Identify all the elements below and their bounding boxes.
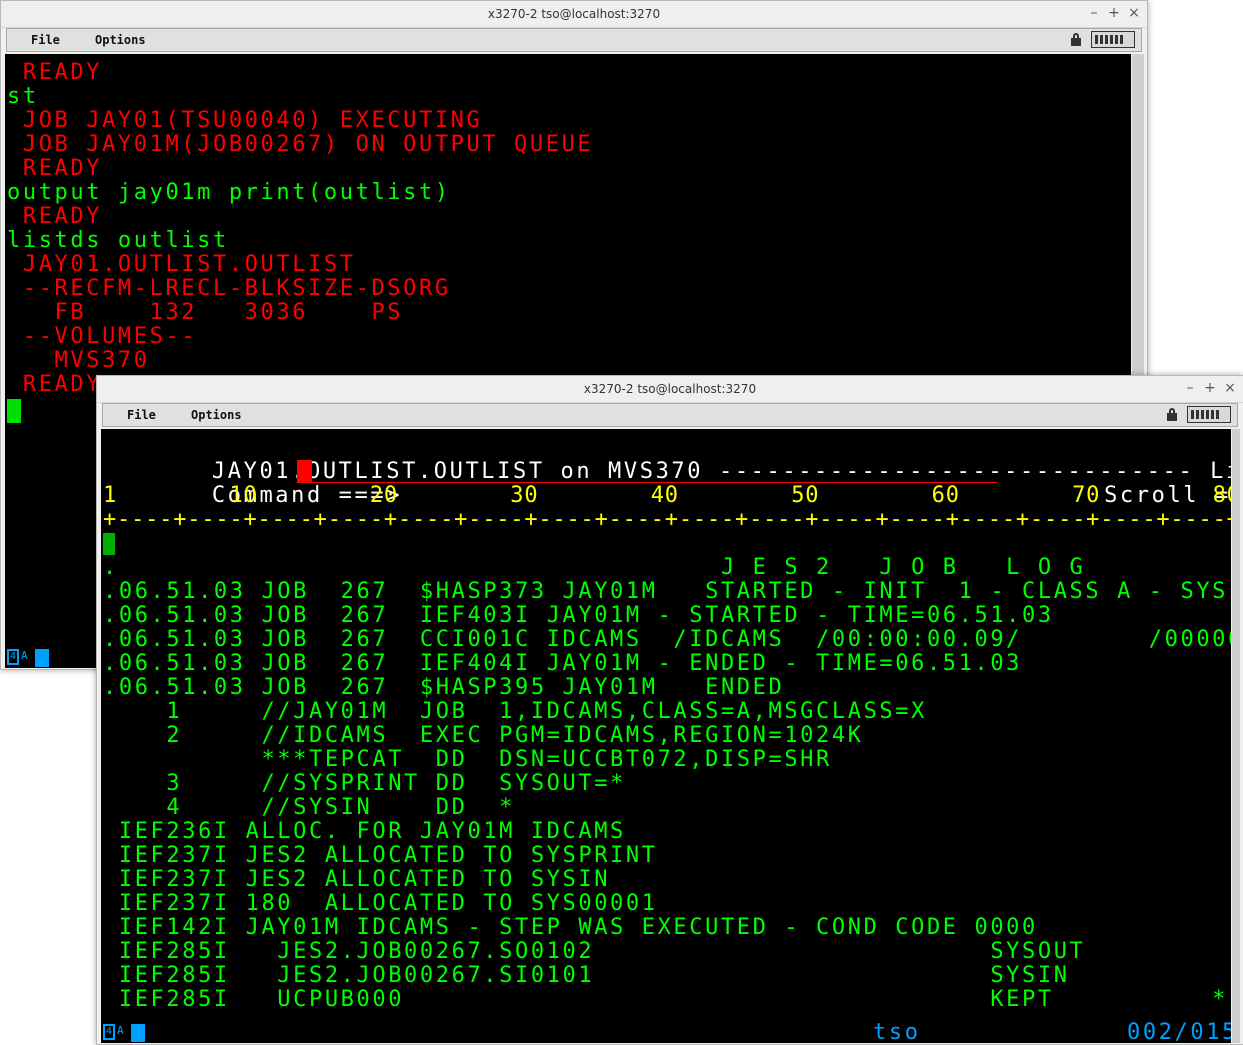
back-output-line: st [7, 84, 39, 109]
back-output-line: MVS370 [7, 348, 150, 373]
minimize-icon[interactable]: – [1181, 379, 1199, 397]
back-window-title: x3270-2 tso@localhost:3270 [487, 7, 661, 21]
command-cursor [297, 460, 312, 482]
lock-icon [1165, 407, 1179, 421]
joblog-line: IEF236I ALLOC. FOR JAY01M IDCAMS [103, 819, 626, 844]
column-ruler-numbers: 1 10 20 30 40 50 60 70 80 [103, 483, 1231, 508]
lock-icon [1069, 32, 1083, 46]
session-name: tso [873, 1020, 921, 1044]
joblog-line: .06.51.03 JOB 267 IEF403I JAY01M - START… [103, 603, 1054, 628]
command-input[interactable] [297, 460, 997, 483]
back-output-line: JAY01.OUTLIST.OUTLIST [7, 252, 356, 277]
back-window-titlebar[interactable]: x3270-2 tso@localhost:3270 – + × [1, 1, 1147, 28]
front-window-titlebar[interactable]: x3270-2 tso@localhost:3270 – + × [97, 376, 1243, 403]
joblog-line: IEF237I JES2 ALLOCATED TO SYSPRINT [103, 843, 658, 868]
joblog-line: IEF285I JES2.JOB00267.SI0101 SYSIN [103, 963, 1070, 988]
back-output-line: listds outlist [7, 228, 229, 253]
joblog-line: .06.51.03 JOB 267 CCI001C IDCAMS /IDCAMS… [103, 627, 1231, 652]
maximize-icon[interactable]: + [1105, 4, 1123, 22]
back-output-line: --VOLUMES-- [7, 324, 198, 349]
front-terminal-screen[interactable]: JAY01.OUTLIST.OUTLIST on MVS370 --------… [101, 429, 1231, 1043]
close-icon[interactable]: × [1125, 4, 1143, 22]
back-output-line: JOB JAY01M(JOB00267) ON OUTPUT QUEUE [7, 132, 594, 157]
terminal-cursor [7, 399, 21, 423]
back-output-line: JOB JAY01(TSU00040) EXECUTING [7, 108, 483, 133]
maximize-icon[interactable]: + [1201, 379, 1219, 397]
back-output-line: READY [7, 156, 103, 181]
header-row: JAY01.OUTLIST.OUTLIST on MVS370 --------… [101, 436, 1231, 484]
menu-file[interactable]: File [127, 408, 156, 422]
menu-options[interactable]: Options [191, 408, 242, 422]
back-output-line: output jay01m print(outlist) [7, 180, 451, 205]
joblog-line: .06.51.03 JOB 267 IEF404I JAY01M - ENDED… [103, 651, 1023, 676]
front-terminal-window: x3270-2 tso@localhost:3270 – + × File Op… [96, 375, 1243, 1045]
data-cursor [103, 533, 115, 555]
joblog-line: 1 //JAY01M JOB 1,IDCAMS,CLASS=A,MSGCLASS… [103, 699, 927, 724]
back-output-line: READY [7, 60, 103, 85]
oia-status-icon: 4A [7, 649, 51, 667]
back-menubar: File Options [6, 28, 1142, 52]
joblog-line: 4 //SYSIN DD * [103, 795, 515, 820]
joblog-line: ***TEPCAT DD DSN=UCCBT072,DISP=SHR [103, 747, 832, 772]
front-window-title: x3270-2 tso@localhost:3270 [583, 382, 757, 396]
joblog-line: IEF237I JES2 ALLOCATED TO SYSIN [103, 867, 611, 892]
keypad-icon[interactable] [1187, 406, 1231, 423]
close-icon[interactable]: × [1221, 379, 1239, 397]
front-menubar: File Options [102, 403, 1238, 427]
joblog-line: IEF237I 180 ALLOCATED TO SYS00001 [103, 891, 658, 916]
joblog-line: .06.51.03 JOB 267 $HASP373 JAY01M STARTE… [103, 579, 1231, 604]
scroll-row: Scroll ===> CS [1009, 460, 1231, 508]
joblog-line: . J E S 2 J O B L O G [103, 555, 1086, 580]
joblog-line: IEF285I UCPUB000 KEPT *--------0 [118, 987, 1231, 1012]
keypad-icon[interactable] [1091, 31, 1135, 48]
menu-file[interactable]: File [31, 33, 60, 47]
back-output-line: --RECFM-LRECL-BLKSIZE-DSORG [7, 276, 451, 301]
joblog-line: .06.51.03 JOB 267 $HASP395 JAY01M ENDED [103, 675, 785, 700]
joblog-line: IEF142I JAY01M IDCAMS - STEP WAS EXECUTE… [103, 915, 1038, 940]
joblog-line: 3 //SYSPRINT DD SYSOUT=* [103, 771, 626, 796]
back-output-line: READY [7, 372, 103, 397]
back-output-line: READY [7, 204, 103, 229]
back-output-line: FB 132 3036 PS [7, 300, 404, 325]
oia-status-icon: 4A [103, 1024, 147, 1042]
minimize-icon[interactable]: – [1085, 4, 1103, 22]
line-position: 002/015 [1127, 1020, 1231, 1044]
column-ruler-marks: +----+----+----+----+----+----+----+----… [103, 507, 1231, 532]
joblog-line: IEF285I JES2.JOB00267.SO0102 SYSOUT [103, 939, 1086, 964]
front-scrollbar[interactable] [1232, 429, 1240, 1043]
menu-options[interactable]: Options [95, 33, 146, 47]
joblog-line: 2 //IDCAMS EXEC PGM=IDCAMS,REGION=1024K [103, 723, 864, 748]
